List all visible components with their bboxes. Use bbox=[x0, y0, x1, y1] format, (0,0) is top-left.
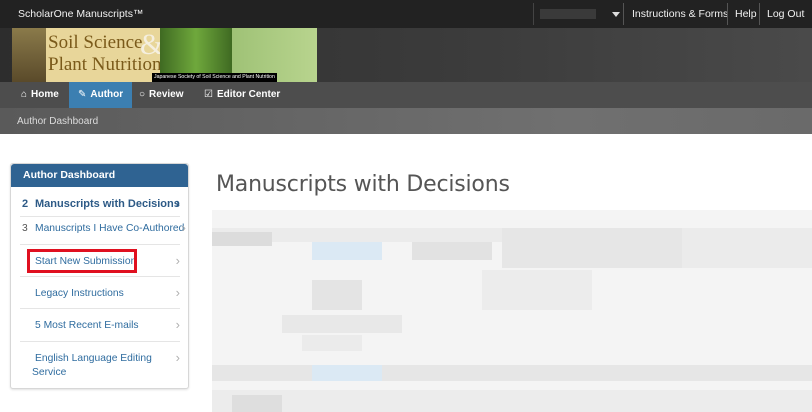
divider bbox=[20, 216, 180, 217]
chevron-right-icon: › bbox=[175, 253, 180, 268]
brand-name: ScholarOne Manuscripts™ bbox=[18, 8, 144, 20]
sidebar-item-label-line2: Service bbox=[32, 367, 67, 378]
caret-down-icon bbox=[612, 12, 620, 17]
breadcrumb[interactable]: Author Dashboard bbox=[17, 116, 98, 127]
home-icon: ⌂ bbox=[21, 89, 28, 100]
sidebar-item-label: Manuscripts with Decisions bbox=[35, 198, 180, 210]
main-nav: ⌂ Home ✎ Author ○ Review ☑ Editor Center bbox=[0, 82, 812, 108]
divider bbox=[727, 3, 728, 25]
sidebar-item-label: Manuscripts I Have Co-Authored bbox=[35, 223, 185, 234]
logo-text-line1: Soil Science bbox=[48, 32, 143, 53]
divider bbox=[759, 3, 760, 25]
divider bbox=[20, 244, 180, 245]
help-link[interactable]: Help bbox=[735, 8, 757, 20]
divider bbox=[20, 341, 180, 342]
sidebar-item-count: 2 bbox=[22, 198, 29, 210]
divider bbox=[623, 3, 624, 25]
instructions-forms-link[interactable]: Instructions & Forms bbox=[632, 8, 728, 20]
nav-editor-center[interactable]: ☑ Editor Center bbox=[195, 82, 289, 108]
nav-home-label: Home bbox=[31, 89, 59, 100]
chevron-right-icon: › bbox=[175, 317, 180, 332]
chevron-right-icon: › bbox=[181, 220, 186, 235]
highlight-box bbox=[27, 249, 137, 273]
nav-author-label: Author bbox=[90, 89, 124, 100]
nav-home[interactable]: ⌂ Home bbox=[12, 82, 68, 108]
author-dashboard-sidebar: Author Dashboard 2 Manuscripts with Deci… bbox=[10, 163, 189, 389]
chevron-right-icon: › bbox=[175, 350, 180, 365]
chevron-right-icon: › bbox=[175, 195, 180, 210]
sidebar-heading: Author Dashboard bbox=[11, 164, 188, 187]
wheat-image bbox=[12, 28, 46, 82]
nav-review-label: Review bbox=[149, 89, 184, 100]
nav-editor-center-label: Editor Center bbox=[216, 89, 281, 100]
journal-logo: Soil Science Plant Nutrition & Japanese … bbox=[12, 28, 317, 82]
top-bar: ScholarOne Manuscripts™ Instructions & F… bbox=[0, 0, 812, 28]
checkbox-icon: ☑ bbox=[204, 89, 213, 100]
user-name-redacted bbox=[540, 9, 596, 19]
society-name: Japanese Society of Soil Science and Pla… bbox=[152, 73, 277, 82]
divider bbox=[20, 276, 180, 277]
sub-nav: Author Dashboard bbox=[0, 108, 812, 134]
pencil-icon: ✎ bbox=[78, 89, 87, 100]
comment-icon: ○ bbox=[139, 89, 146, 100]
sidebar-item-count: 3 bbox=[22, 223, 28, 234]
log-out-link[interactable]: Log Out bbox=[767, 8, 804, 20]
chevron-right-icon: › bbox=[175, 285, 180, 300]
sidebar-item-label: English Language Editing bbox=[35, 353, 152, 364]
sidebar-item-label: 5 Most Recent E-mails bbox=[35, 320, 139, 331]
nav-author[interactable]: ✎ Author bbox=[69, 82, 133, 108]
sidebar-item-label: Legacy Instructions bbox=[35, 288, 124, 299]
nav-review[interactable]: ○ Review bbox=[130, 82, 193, 108]
divider bbox=[20, 308, 180, 309]
page-title: Manuscripts with Decisions bbox=[216, 172, 510, 197]
redacted-manuscript-table bbox=[212, 210, 812, 412]
user-menu[interactable] bbox=[533, 3, 624, 25]
